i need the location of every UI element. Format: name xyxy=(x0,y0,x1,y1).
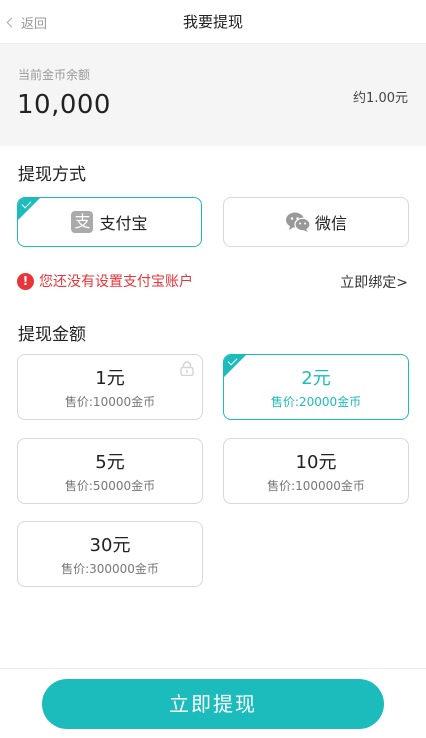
amount-option-10[interactable]: 10元 售价:100000金币 xyxy=(223,438,409,504)
amount-price: 售价:300000金币 xyxy=(61,562,159,576)
wechat-label: 微信 xyxy=(314,214,347,233)
wechat-option[interactable]: 微信 xyxy=(223,197,409,247)
warning-text: 您还没有设置支付宝账户 xyxy=(39,274,193,290)
alipay-option[interactable]: 支 支付宝 xyxy=(17,197,202,247)
amount-price: 售价:10000金币 xyxy=(64,395,156,409)
withdraw-now-button[interactable]: 立即提现 xyxy=(42,679,384,729)
amount-price: 售价:50000金币 xyxy=(64,479,156,493)
amount-price: 售价:20000金币 xyxy=(270,395,362,409)
alipay-label: 支付宝 xyxy=(99,214,148,233)
alipay-icon: 支 xyxy=(71,211,94,233)
balance-label: 当前金币余额 xyxy=(18,68,91,82)
amount-value: 30元 xyxy=(89,535,131,556)
balance-amount: 10,000 xyxy=(17,90,111,120)
wechat-icon xyxy=(285,212,311,232)
back-label: 返回 xyxy=(21,16,48,32)
warning-icon: ! xyxy=(17,272,34,290)
balance-panel: 当前金币余额 10,000 约1.00元 xyxy=(0,44,426,146)
amount-value: 2元 xyxy=(301,368,331,389)
amount-value: 5元 xyxy=(95,452,125,473)
nav-bar: 返回 我要提现 xyxy=(0,0,426,44)
withdraw-page: 返回 我要提现 当前金币余额 10,000 约1.00元 提现方式 支 支付宝 … xyxy=(0,0,426,738)
amount-option-2[interactable]: 2元 售价:20000金币 xyxy=(223,354,409,420)
amount-section-title: 提现金额 xyxy=(18,325,86,345)
amount-value: 1元 xyxy=(95,368,125,389)
alipay-warning: ! 您还没有设置支付宝账户 xyxy=(17,271,193,291)
amount-option-1[interactable]: 1元 售价:10000金币 xyxy=(17,354,203,420)
bottom-bar: 立即提现 xyxy=(0,668,426,738)
amount-price: 售价:100000金币 xyxy=(267,479,365,493)
page-title: 我要提现 xyxy=(182,13,243,31)
chevron-left-icon xyxy=(6,17,17,27)
balance-approx-value: 约1.00元 xyxy=(353,91,408,106)
bind-now-link[interactable]: 立即绑定> xyxy=(340,272,408,292)
amount-value: 10元 xyxy=(295,452,337,473)
amount-option-5[interactable]: 5元 售价:50000金币 xyxy=(17,438,203,504)
amount-option-30[interactable]: 30元 售价:300000金币 xyxy=(17,521,203,587)
method-section-title: 提现方式 xyxy=(18,165,86,185)
back-button[interactable]: 返回 xyxy=(6,0,48,44)
